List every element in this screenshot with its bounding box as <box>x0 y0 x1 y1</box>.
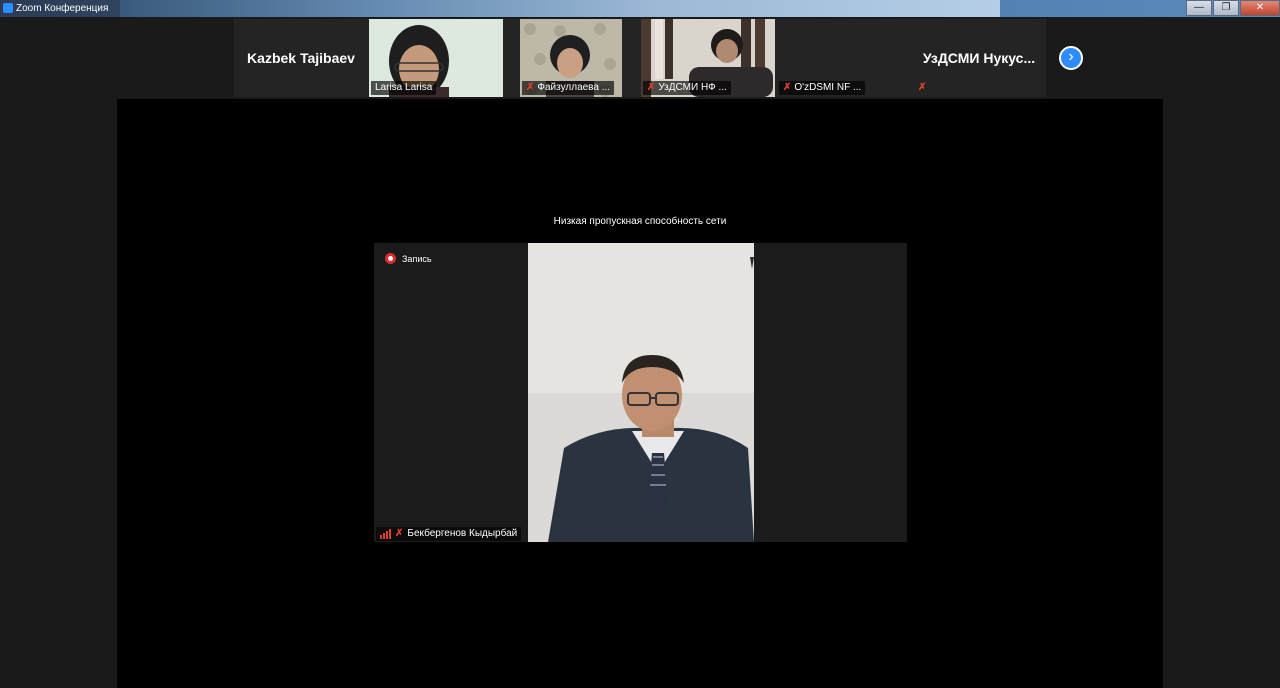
recording-indicator: Запись <box>385 253 432 264</box>
participant-tile-larisa[interactable]: Larisa Larisa <box>369 19 503 97</box>
next-page-button[interactable]: › <box>1059 46 1083 70</box>
active-speaker-stage: Низкая пропускная способность сети Запис… <box>117 99 1163 688</box>
participant-tile-kazbek[interactable]: Kazbek Tajibaev <box>234 19 368 97</box>
mic-muted-icon: ✗ <box>395 528 404 539</box>
titlebar-background <box>120 0 1000 17</box>
participant-name: Kazbek Tajibaev <box>247 50 355 66</box>
recording-label: Запись <box>402 253 432 264</box>
minimize-button[interactable]: — <box>1186 0 1212 16</box>
mic-muted-icon: ✗ <box>783 82 792 93</box>
chevron-right-icon: › <box>1068 48 1074 65</box>
participant-label: ✗ Файзуллаева ... <box>522 81 615 95</box>
mic-muted-icon: ✗ <box>526 82 535 93</box>
participant-name: УзДСМИ НФ ... <box>658 82 727 93</box>
zoom-app-icon <box>3 3 13 13</box>
close-button[interactable]: ✕ <box>1240 0 1280 16</box>
participant-tile-fayzullaeva[interactable]: ✗ Файзуллаева ... <box>520 19 622 97</box>
speaker-video <box>374 243 907 542</box>
participant-label: Larisa Larisa <box>371 81 437 95</box>
speaker-name: Бекбергенов Кыдырбай <box>407 528 518 539</box>
network-notice: Низкая пропускная способность сети <box>553 216 727 227</box>
participant-name: УзДСМИ Нукус... <box>922 50 1036 66</box>
speaker-video-tile[interactable]: Запись ✗ Бекбергенов Кыдырбай <box>374 243 907 542</box>
participant-name: O'zDSMI NF ... <box>794 82 862 93</box>
participant-label: ✗ <box>914 81 930 95</box>
participant-name: Larisa Larisa <box>375 82 433 93</box>
window-titlebar: Zoom Конференция — ❐ ✕ <box>0 0 1280 17</box>
participant-strip: Kazbek Tajibaev Larisa Larisa ✗ Файзулла… <box>234 19 1046 97</box>
restore-button[interactable]: ❐ <box>1213 0 1239 16</box>
participant-tile-uzdsmi-nf[interactable]: ✗ УзДСМИ НФ ... <box>641 19 775 97</box>
participant-label: ✗ УзДСМИ НФ ... <box>643 81 731 95</box>
participant-name: Файзуллаева ... <box>537 82 611 93</box>
participant-label: ✗ O'zDSMI NF ... <box>779 81 866 95</box>
participant-tile-ozdsmi-nf[interactable]: ✗ O'zDSMI NF ... <box>777 19 911 97</box>
participant-tile-uzdsmi-nukus[interactable]: УзДСМИ Нукус... ✗ <box>912 19 1046 97</box>
window-controls: — ❐ ✕ <box>1185 0 1280 17</box>
mic-muted-icon: ✗ <box>647 82 656 93</box>
record-icon <box>385 253 396 264</box>
mic-muted-icon: ✗ <box>918 82 927 93</box>
window-title: Zoom Конференция <box>16 3 109 14</box>
signal-bars-icon <box>380 529 391 539</box>
speaker-label: ✗ Бекбергенов Кыдырбай <box>376 527 522 541</box>
